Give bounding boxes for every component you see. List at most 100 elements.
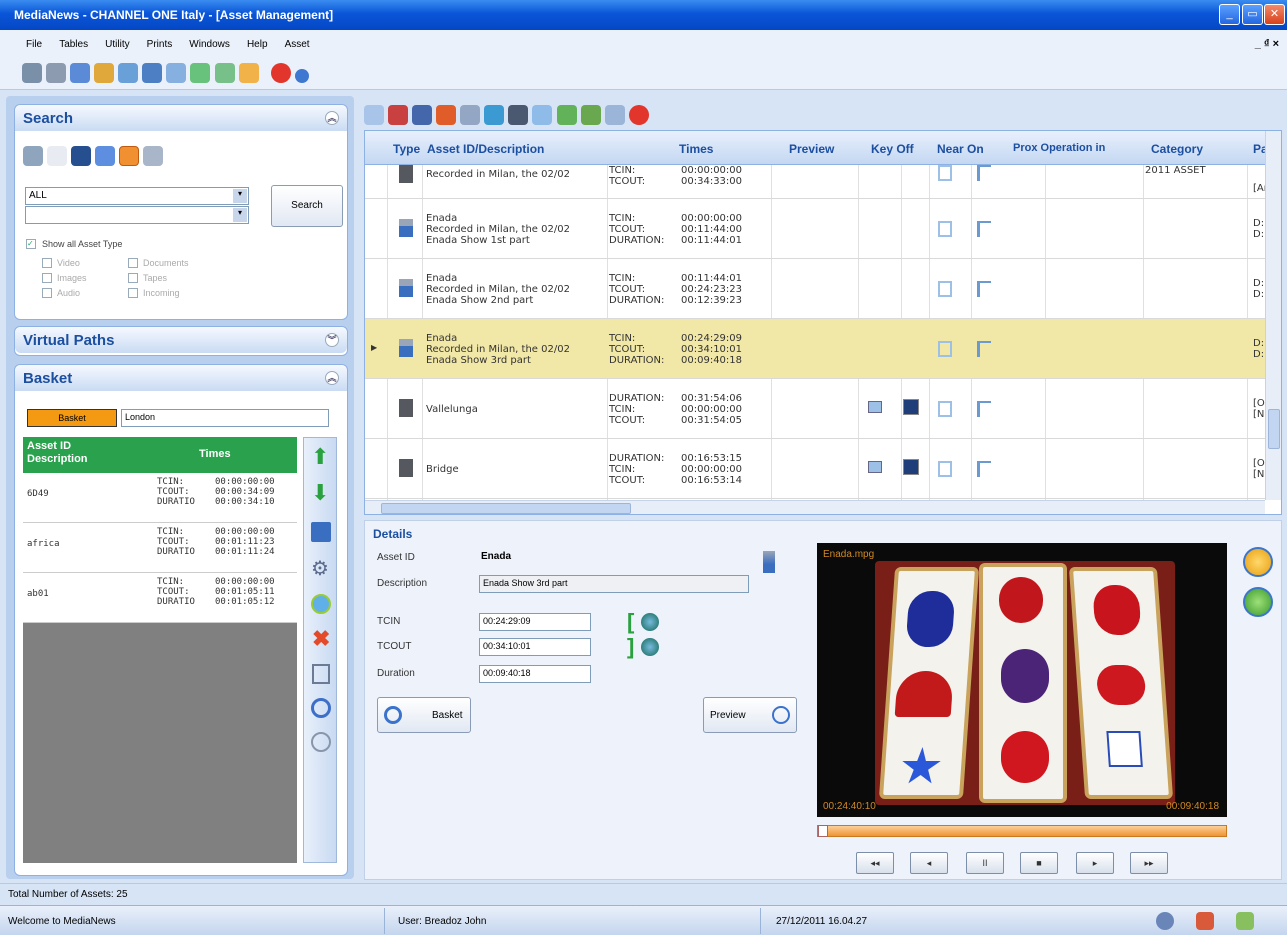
- menu-help[interactable]: Help: [247, 39, 268, 50]
- table-icon[interactable]: [532, 105, 553, 125]
- tool-icon-8[interactable]: [190, 63, 211, 83]
- close-button[interactable]: ✕: [1264, 4, 1285, 25]
- prox-operation-icon[interactable]: [977, 401, 991, 417]
- asset-type-select[interactable]: ALL ▾: [25, 187, 249, 205]
- col-key-off[interactable]: Key Off: [871, 142, 914, 156]
- tool-icon-4[interactable]: [94, 63, 115, 83]
- disc-icon[interactable]: [311, 732, 331, 752]
- play-forward-icon[interactable]: [1243, 547, 1273, 577]
- stop-button[interactable]: ■: [1020, 852, 1058, 874]
- menu-tables[interactable]: Tables: [59, 39, 88, 50]
- col-asset-id[interactable]: Asset ID/Description: [427, 142, 544, 156]
- horizontal-scrollbar[interactable]: [365, 500, 1265, 514]
- camera-icon[interactable]: [508, 105, 529, 125]
- preview-thumb-icon[interactable]: [903, 399, 919, 415]
- new-icon[interactable]: [364, 105, 384, 125]
- audio-checkbox[interactable]: [42, 288, 52, 298]
- tools-icon[interactable]: [1196, 912, 1214, 930]
- near-on-icon[interactable]: [938, 281, 952, 297]
- col-times[interactable]: Times: [679, 142, 713, 156]
- tool-icon-5[interactable]: [118, 63, 139, 83]
- prox-operation-icon[interactable]: [977, 165, 991, 181]
- goto-in-icon[interactable]: [641, 613, 659, 631]
- fast-forward-button[interactable]: ▸▸: [1130, 852, 1168, 874]
- near-on-icon[interactable]: [938, 461, 952, 477]
- remove-icon[interactable]: [436, 105, 457, 125]
- col-type[interactable]: Type: [393, 142, 420, 156]
- menu-asset[interactable]: Asset: [285, 39, 310, 50]
- tool-icon-2[interactable]: [46, 63, 67, 83]
- near-on-icon[interactable]: [938, 221, 952, 237]
- gears-icon[interactable]: ⚙: [311, 556, 329, 581]
- power-icon[interactable]: [628, 105, 649, 125]
- mdi-controls[interactable]: _ ₫ ×: [1255, 38, 1279, 50]
- chevron-down-icon[interactable]: ▾: [233, 189, 247, 203]
- tool-icon-7[interactable]: [166, 63, 187, 83]
- shuffle-icon[interactable]: [95, 146, 116, 166]
- show-all-checkbox[interactable]: ✓: [26, 239, 36, 249]
- prox-operation-icon[interactable]: [977, 281, 991, 297]
- preview-button[interactable]: Preview: [703, 697, 797, 733]
- book-icon[interactable]: [312, 664, 330, 684]
- power-icon[interactable]: [270, 63, 291, 83]
- col-near-on[interactable]: Near On: [937, 142, 984, 156]
- description-field[interactable]: Enada Show 3rd part: [479, 575, 749, 593]
- grid-row[interactable]: Recorded in Milan, the 02/02 TCIN: TCOUT: 0…: [365, 165, 1268, 199]
- basket-item[interactable]: ab01 TCIN: TCOUT: DURATIO 00:00:00:00 00:01:0…: [23, 573, 297, 623]
- menu-file[interactable]: File: [26, 39, 42, 50]
- tool-icon-6[interactable]: [142, 63, 163, 83]
- search-field-select[interactable]: ▾: [25, 206, 249, 224]
- scroll-thumb[interactable]: [1268, 409, 1280, 449]
- grid-row[interactable]: Bridge DURATION: TCIN: TCOUT: 00:16:53:15 00:…: [365, 439, 1265, 499]
- grid-row[interactable]: Vallelunga DURATION: TCIN: TCOUT: 00:31:54:0…: [365, 379, 1265, 439]
- prox-operation-icon[interactable]: [977, 461, 991, 477]
- virtual-paths-header[interactable]: Virtual Paths ︾: [15, 327, 347, 353]
- collapse-icon[interactable]: ︽: [325, 111, 339, 125]
- print-icon[interactable]: [460, 105, 481, 125]
- col-asset-header[interactable]: Asset ID Description: [27, 440, 127, 466]
- grid-row[interactable]: Enada Recorded in Milan, the 02/02 Enada S…: [365, 259, 1265, 319]
- move-up-icon[interactable]: ⬆: [311, 444, 329, 470]
- menu-utility[interactable]: Utility: [105, 39, 129, 50]
- mark-in-icon[interactable]: [: [627, 609, 634, 635]
- link-icon[interactable]: [484, 105, 505, 125]
- save-icon[interactable]: [311, 522, 331, 542]
- vertical-scrollbar[interactable]: [1265, 131, 1281, 500]
- doc-icon[interactable]: [47, 146, 68, 166]
- col-preview[interactable]: Preview: [789, 142, 834, 156]
- near-on-icon[interactable]: [938, 341, 952, 357]
- export-icon[interactable]: [580, 105, 601, 125]
- search-header[interactable]: Search ︽: [15, 105, 347, 131]
- minimize-button[interactable]: _: [1219, 4, 1240, 25]
- basket-header[interactable]: Basket ︽: [15, 365, 347, 391]
- collapse-icon[interactable]: ︽: [325, 371, 339, 385]
- col-category[interactable]: Category: [1151, 142, 1203, 156]
- pause-button[interactable]: II: [966, 852, 1004, 874]
- near-on-icon[interactable]: [938, 401, 952, 417]
- record-icon[interactable]: [388, 105, 409, 125]
- arrow-icon[interactable]: [71, 146, 92, 166]
- key-off-icon[interactable]: [868, 401, 882, 413]
- prox-operation-icon[interactable]: [977, 221, 991, 237]
- plugin-icon[interactable]: [1236, 912, 1254, 930]
- documents-checkbox[interactable]: [128, 258, 138, 268]
- video-checkbox[interactable]: [42, 258, 52, 268]
- menu-prints[interactable]: Prints: [147, 39, 173, 50]
- basket-item[interactable]: 6D49 TCIN: TCOUT: DURATIO 00:00:00:00 00:00:3…: [23, 473, 297, 523]
- basket-name-input[interactable]: London: [121, 409, 329, 427]
- mark-out-icon[interactable]: ]: [627, 634, 634, 660]
- key-off-icon[interactable]: [868, 461, 882, 473]
- tool-icon-9[interactable]: [214, 63, 235, 83]
- grid-row[interactable]: Enada Recorded in Milan, the 02/02 Enada S…: [365, 199, 1265, 259]
- video-player[interactable]: Enada.mpg 00:24:40:10 00:09:40:18: [817, 543, 1227, 817]
- video-progress-bar[interactable]: [817, 825, 1227, 837]
- comment-icon[interactable]: [604, 105, 625, 125]
- search-button[interactable]: Search: [271, 185, 343, 227]
- network-icon[interactable]: [1156, 912, 1174, 930]
- tcout-field[interactable]: 00:34:10:01: [479, 638, 591, 656]
- goto-out-icon[interactable]: [641, 638, 659, 656]
- near-on-icon[interactable]: [938, 165, 952, 181]
- expand-icon[interactable]: ︾: [325, 333, 339, 347]
- menu-windows[interactable]: Windows: [189, 39, 230, 50]
- chevron-down-icon[interactable]: ▾: [233, 208, 247, 222]
